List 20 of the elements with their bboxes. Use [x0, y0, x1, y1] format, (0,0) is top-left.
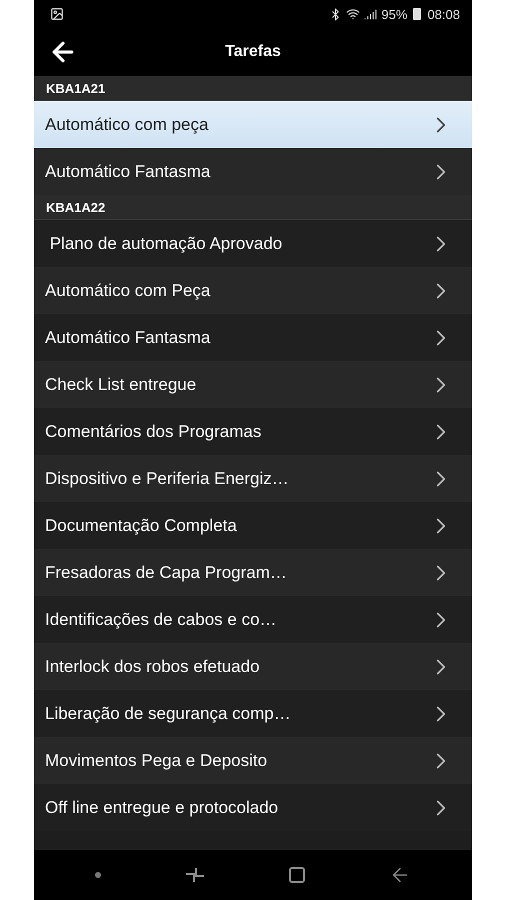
task-item[interactable]: Automático com Peça: [34, 267, 472, 314]
home-icon: [288, 866, 306, 884]
signal-icon: [364, 8, 378, 20]
battery-percent: 95%: [381, 6, 408, 22]
task-item[interactable]: Check List entregue: [34, 361, 472, 408]
task-item[interactable]: Interlock dos robos efetuado: [34, 643, 472, 690]
page-title: Tarefas: [224, 43, 282, 61]
dot-icon: [95, 872, 102, 878]
task-item[interactable]: Automático Fantasma: [34, 148, 472, 195]
image-icon: [50, 7, 64, 21]
task-item[interactable]: Dispositivo e Periferia Energiz…: [34, 455, 472, 502]
task-item[interactable]: Movimentos Pega e Deposito: [34, 737, 472, 784]
task-item[interactable]: Automático com peça: [34, 101, 472, 148]
battery-icon: [413, 8, 422, 20]
wifi-icon: [346, 7, 360, 21]
section-header: KBA1A21: [34, 76, 472, 101]
recent-apps-icon: [184, 866, 206, 884]
task-item[interactable]: Fresadoras de Capa Program…: [34, 549, 472, 596]
clock: 08:08: [427, 6, 460, 22]
section-header: KBA1A22: [34, 195, 472, 220]
